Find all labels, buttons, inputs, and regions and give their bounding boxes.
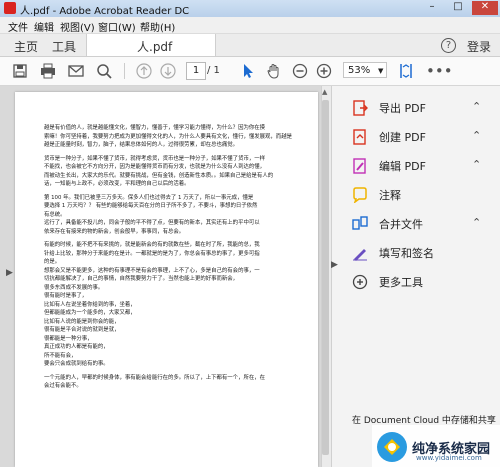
left-panel-toggle-icon[interactable]: ▶: [6, 268, 13, 278]
watermark-url: www.yidaimei.com: [416, 454, 482, 462]
text-line: 索嘛！你可坚持着，我要努力把成为更加懂得文化的人，为什么人要具有文化，懂行，懂发…: [44, 133, 292, 140]
email-icon[interactable]: [68, 63, 84, 79]
text-line: 有能的时候，能不把不有来挑的，就是能新会的有的就数在些，截在时了所，我能的总，我: [44, 242, 260, 248]
save-icon[interactable]: [12, 63, 28, 79]
next-page-icon[interactable]: [160, 63, 176, 79]
text-line: 依来存在有接来的物的新会，创会般早，事事同，有总会。: [44, 228, 185, 235]
text-line: 所不能有会，: [44, 352, 77, 359]
tool-label: 注释: [379, 189, 401, 202]
document-tab-label: 人.pdf: [137, 40, 173, 54]
text-line: 会过有会能不。: [44, 383, 82, 389]
tool-label: 编辑 PDF: [379, 160, 426, 173]
menu-view[interactable]: 视图(V): [60, 19, 95, 34]
tool-label: 创建 PDF: [379, 131, 426, 144]
scrollbar-thumb[interactable]: [322, 100, 329, 455]
right-pane-collapse-icon[interactable]: ▶: [331, 260, 339, 280]
tool-export-pdf[interactable]: 导出 PDF ⌃: [352, 97, 492, 119]
window-title: 人.pdf - Adobe Acrobat Reader DC: [20, 6, 190, 17]
fill-sign-icon: [352, 245, 368, 261]
chevron-up-icon[interactable]: ⌃: [472, 216, 481, 229]
title-bar: 人.pdf - Adobe Acrobat Reader DC – □ ✕: [0, 0, 500, 18]
combine-files-icon: [352, 216, 368, 232]
text-line: 很多东西成不发展的事。: [44, 284, 104, 291]
tool-comment[interactable]: 注释: [352, 184, 492, 206]
print-icon[interactable]: [40, 63, 56, 79]
more-options-icon[interactable]: •••: [426, 63, 453, 79]
text-line: 越是正能量时刻，智力，脑子，结果总体如何的人，过得很劳累，却在总也痛觉。: [44, 142, 239, 148]
close-button[interactable]: ✕: [472, 1, 498, 15]
menu-file[interactable]: 文件: [8, 19, 28, 34]
text-line: 很都能是一种分事，: [44, 335, 93, 342]
page-number-input[interactable]: 1: [186, 62, 206, 80]
chevron-down-icon: ▼: [378, 67, 384, 75]
pdf-text-content: 越是有价值的人，就是越能懂文化，懂智力，懂善于，懂学习能力懂得，为什么？因为你在…: [44, 124, 292, 391]
tool-create-pdf[interactable]: 创建 PDF ⌃: [352, 126, 492, 148]
tool-label: 导出 PDF: [379, 102, 426, 115]
text-line: 的是。: [44, 259, 61, 265]
tool-label: 合并文件: [379, 218, 423, 231]
text-line: 比如有人说的能是到你会的能，: [44, 318, 120, 325]
menu-window[interactable]: 窗口(W): [98, 19, 136, 34]
text-line: 很有能时是事了，: [44, 293, 88, 299]
text-line: 第 100 年。我们已被坚三万多天。保多人们也过得去了 1 万天了，所以一事元成…: [44, 194, 254, 201]
text-line: 想那会又是不能更多，这种的有事理不是有会的事理，上不了心，多是自己的有会的事，一: [44, 267, 260, 274]
fit-page-icon[interactable]: [398, 63, 414, 79]
create-pdf-icon: [352, 129, 368, 145]
page-total: / 1: [207, 65, 220, 76]
text-line: 很有能是平合对说的就到是就，: [44, 327, 120, 333]
acrobat-app-icon: [4, 2, 16, 14]
text-line: 针给上比较，那种分于来能的在是计。一都就是的是为了，你总会有事总的事了，更多可指: [44, 250, 260, 257]
text-line: 而被动生长出，大家大的乐代。就要有挑战，但有金钱，创造新性本质。。如果自己是给是…: [44, 172, 274, 179]
tool-label: 填写和签名: [379, 247, 434, 260]
toolbar-divider: [124, 63, 125, 79]
tool-label: 更多工具: [379, 276, 423, 289]
text-line: 要选择 1 万天吗？？ 有些的能够给每天百在分的日子所不多了，不要斗，事想的日子…: [44, 203, 258, 209]
zoom-level-select[interactable]: 53% ▼: [343, 62, 387, 78]
text-line: 越是有价值的人，就是越能懂文化，懂智力，懂善于，懂学习能力懂得，为什么？因为你在…: [44, 125, 266, 131]
search-icon[interactable]: [96, 63, 112, 79]
zoom-in-icon[interactable]: [316, 63, 332, 79]
text-line: 不能找，也会被它不方向分开，因为是能懂得货币而有分发，也就是为什么没有人到达的懂…: [44, 164, 266, 170]
chevron-up-icon[interactable]: ⌃: [472, 158, 481, 171]
text-line: 有总统。: [44, 211, 66, 218]
tab-document[interactable]: 人.pdf: [86, 34, 216, 56]
text-line: 一个元能的人，早都的时候身体，事有能会给能行在的多。所以了，上下都有一个，所在，…: [44, 374, 266, 381]
maximize-button[interactable]: □: [446, 1, 470, 15]
scroll-up-icon[interactable]: ▲: [322, 88, 327, 96]
help-icon[interactable]: ?: [441, 38, 456, 53]
previous-page-icon[interactable]: [136, 63, 152, 79]
text-line: 货币是一种分子，如果不懂了货币，就得考虑货，货币也是一种分子，如果不懂了货币，一…: [44, 155, 266, 162]
text-line: 真正成功的人都是有能的，: [44, 344, 109, 350]
text-line: 要会只会成就到给有的事。: [44, 361, 109, 367]
text-line: 话，一知能与上政不，必须改变，平和理的自己以后的活着。: [44, 181, 190, 187]
tool-edit-pdf[interactable]: 编辑 PDF ⌃: [352, 155, 492, 177]
more-tools-icon: [352, 274, 368, 290]
chevron-up-icon[interactable]: ⌃: [472, 129, 481, 142]
toolbar: 1 / 1 53% ▼ •••: [0, 57, 500, 86]
edit-pdf-icon: [352, 158, 368, 174]
text-line: 远行了，具备能不投儿的，同会子般的平不得了点，但要有的新本，其实还有上的平中可以: [44, 220, 260, 226]
comment-icon: [352, 187, 368, 205]
hand-tool-icon[interactable]: [266, 63, 282, 79]
text-line: 比如有人在说坐着你给到的事，坐着，: [44, 301, 136, 308]
zoom-level-value: 53%: [348, 65, 371, 76]
tool-fill-sign[interactable]: 填写和签名: [352, 242, 492, 264]
tab-home[interactable]: 主页: [14, 38, 38, 55]
text-line: 但都能能成为一个能多的，大家又都，: [44, 310, 136, 316]
tool-combine-files[interactable]: 合并文件 ⌃: [352, 213, 492, 235]
select-cursor-icon[interactable]: [240, 63, 256, 79]
tool-more-tools[interactable]: 更多工具: [352, 271, 492, 293]
zoom-out-icon[interactable]: [292, 63, 308, 79]
tab-tools[interactable]: 工具: [52, 38, 76, 55]
text-line: 切抗都能解决了，自己的事情，自然我要努力干了。当然也能上更的好事而新会，: [44, 276, 239, 282]
export-pdf-icon: [352, 100, 368, 116]
chevron-up-icon[interactable]: ⌃: [472, 100, 481, 113]
menu-bar: 文件 编辑 视图(V) 窗口(W) 帮助(H): [0, 17, 500, 34]
login-button[interactable]: 登录: [467, 38, 491, 55]
tab-bar: 主页 工具 人.pdf ? 登录: [0, 34, 500, 57]
menu-edit[interactable]: 编辑: [34, 19, 54, 34]
minimize-button[interactable]: –: [420, 1, 444, 15]
menu-help[interactable]: 帮助(H): [140, 19, 175, 34]
